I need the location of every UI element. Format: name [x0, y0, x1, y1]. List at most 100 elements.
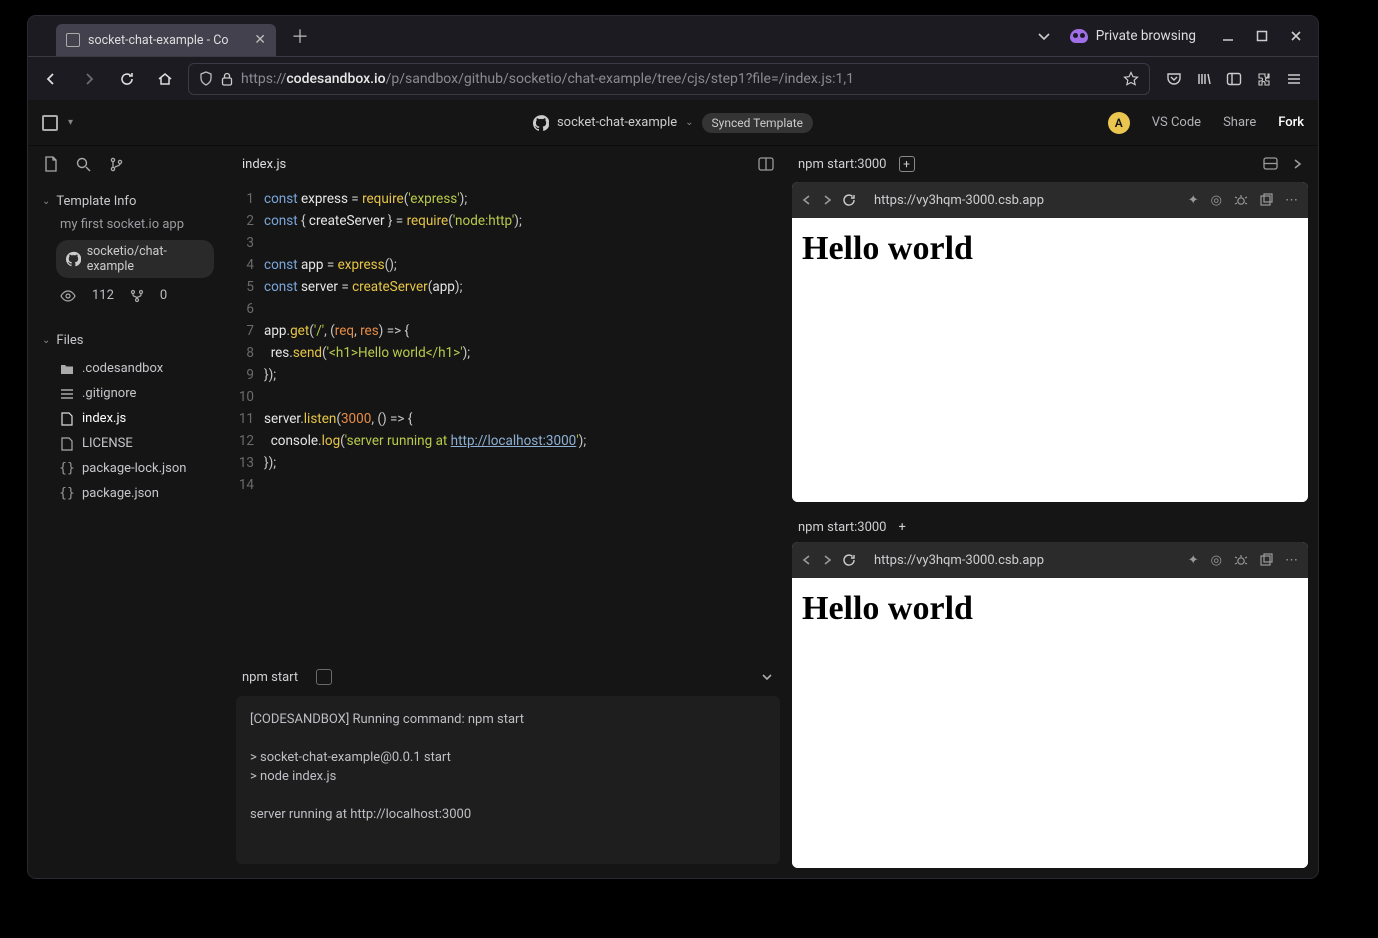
chevron-down-icon[interactable]: ▾	[68, 117, 73, 128]
search-icon[interactable]	[76, 157, 91, 172]
bookmark-icon[interactable]	[1123, 71, 1139, 87]
split-editor-icon[interactable]	[758, 157, 774, 171]
preview-column: npm start:3000 +	[788, 146, 1318, 878]
preview-back-icon[interactable]	[802, 193, 812, 207]
site-favicon	[66, 33, 80, 47]
target-icon[interactable]: ◎	[1211, 553, 1222, 568]
app-topbar: ▾ socket-chat-example ⌄ Synced Template …	[28, 100, 1318, 146]
file-item-gitignore[interactable]: .gitignore	[42, 381, 214, 406]
preview-task-1[interactable]: npm start:3000	[798, 157, 887, 172]
layout-icon[interactable]	[1263, 157, 1278, 171]
chevron-right-icon[interactable]	[1292, 157, 1302, 171]
mask-icon	[1070, 29, 1088, 43]
more-icon[interactable]: ⋯	[1285, 193, 1298, 208]
file-item-pkg[interactable]: {}package.json	[42, 481, 214, 506]
new-tab-button[interactable]: ＋	[286, 22, 314, 50]
json-icon: {}	[60, 487, 74, 501]
editor-panel: index.js 1const express = require('expre…	[228, 146, 788, 658]
preview-heading: Hello world	[802, 590, 1298, 628]
home-button[interactable]	[150, 64, 180, 94]
maximize-icon[interactable]	[1254, 28, 1270, 44]
preview-browser-1: https://vy3hqm-3000.csb.app ✦ ◎ ⋯ Hello …	[792, 182, 1308, 502]
preview-forward-icon[interactable]	[822, 553, 832, 567]
popout-icon[interactable]	[1260, 193, 1273, 208]
bug-icon[interactable]	[1234, 193, 1248, 208]
preview-url-2[interactable]: https://vy3hqm-3000.csb.app	[874, 553, 1176, 568]
browser-urlbar: https://codesandbox.io/p/sandbox/github/…	[28, 56, 1318, 100]
avatar[interactable]: A	[1108, 112, 1130, 134]
repo-badge[interactable]: socketio/chat-example	[56, 240, 214, 278]
terminal-panel: npm start [CODESANDBOX] Running command:…	[228, 658, 788, 878]
library-icon[interactable]	[1196, 71, 1212, 87]
branch-icon[interactable]	[109, 157, 124, 172]
eye-icon	[60, 290, 76, 302]
sparkle-icon[interactable]: ✦	[1188, 193, 1199, 208]
repo-name: socketio/chat-example	[87, 244, 204, 274]
forward-button[interactable]	[74, 64, 104, 94]
sparkle-icon[interactable]: ✦	[1188, 553, 1199, 568]
fork-button[interactable]: Fork	[1278, 115, 1304, 130]
sidebar: ⌄Template Info my first socket.io app so…	[28, 146, 228, 878]
private-browsing-indicator: Private browsing	[1070, 28, 1196, 44]
browser-tabbar: socket-chat-example - Co ✕ ＋ Private bro…	[28, 16, 1318, 56]
code-editor[interactable]: 1const express = require('express'); 2co…	[228, 182, 788, 658]
preview-heading: Hello world	[802, 230, 1298, 268]
terminal-tab[interactable]: npm start	[242, 670, 298, 685]
close-window-icon[interactable]	[1288, 28, 1304, 44]
browser-window: socket-chat-example - Co ✕ ＋ Private bro…	[28, 16, 1318, 878]
popout-icon[interactable]	[1260, 553, 1273, 568]
menu-square-icon[interactable]	[42, 115, 58, 131]
project-chevron-icon[interactable]: ⌄	[685, 117, 693, 128]
project-title-group: socket-chat-example ⌄ Synced Template	[533, 113, 813, 133]
file-item-pkglock[interactable]: {}package-lock.json	[42, 456, 214, 481]
files-section[interactable]: ⌄Files	[42, 333, 214, 348]
file-icon[interactable]	[44, 156, 58, 172]
template-info-section[interactable]: ⌄Template Info	[42, 194, 214, 209]
preview-task-2[interactable]: npm start:3000	[798, 520, 887, 535]
back-button[interactable]	[36, 64, 66, 94]
view-count: 112	[92, 288, 114, 303]
file-item-license[interactable]: LICENSE	[42, 431, 214, 456]
close-icon[interactable]: ✕	[254, 33, 266, 47]
pocket-icon[interactable]	[1166, 71, 1182, 87]
extensions-icon[interactable]	[1256, 71, 1272, 87]
preview-forward-icon[interactable]	[822, 193, 832, 207]
editor-tab[interactable]: index.js	[242, 157, 286, 172]
collapse-terminal-icon[interactable]	[760, 670, 774, 684]
browser-tab[interactable]: socket-chat-example - Co ✕	[56, 24, 276, 56]
terminal-action-icon[interactable]	[316, 669, 332, 685]
preview-back-icon[interactable]	[802, 553, 812, 567]
github-icon	[533, 115, 549, 131]
preview-page-1[interactable]: Hello world	[792, 218, 1308, 502]
preview-reload-icon[interactable]	[842, 193, 856, 207]
lock-icon[interactable]	[221, 72, 233, 86]
private-label: Private browsing	[1096, 28, 1196, 44]
project-name[interactable]: socket-chat-example	[557, 115, 677, 130]
preview-browser-2: https://vy3hqm-3000.csb.app ✦ ◎ ⋯ Hello …	[792, 542, 1308, 868]
preview-page-2[interactable]: Hello world	[792, 578, 1308, 868]
terminal-output[interactable]: [CODESANDBOX] Running command: npm start…	[236, 696, 780, 864]
file-icon	[60, 437, 74, 451]
vscode-button[interactable]: VS Code	[1152, 115, 1201, 130]
tab-title: socket-chat-example - Co	[88, 33, 228, 48]
folder-icon	[60, 362, 74, 376]
more-icon[interactable]: ⋯	[1285, 553, 1298, 568]
share-button[interactable]: Share	[1223, 115, 1256, 130]
address-bar[interactable]: https://codesandbox.io/p/sandbox/github/…	[188, 63, 1150, 95]
file-item-folder[interactable]: .codesandbox	[42, 356, 214, 381]
minimize-icon[interactable]	[1220, 28, 1236, 44]
shield-icon[interactable]	[199, 71, 213, 87]
add-preview-icon[interactable]: +	[899, 156, 915, 172]
preview-url-1[interactable]: https://vy3hqm-3000.csb.app	[874, 193, 1176, 208]
reload-button[interactable]	[112, 64, 142, 94]
sidebar-icon[interactable]	[1226, 71, 1242, 87]
tabs-dropdown-icon[interactable]	[1036, 28, 1052, 44]
target-icon[interactable]: ◎	[1211, 193, 1222, 208]
menu-icon[interactable]	[1286, 71, 1302, 87]
fork-count: 0	[160, 288, 167, 303]
codesandbox-app: ▾ socket-chat-example ⌄ Synced Template …	[28, 100, 1318, 878]
file-item-index[interactable]: index.js	[42, 406, 214, 431]
preview-reload-icon[interactable]	[842, 553, 856, 567]
bug-icon[interactable]	[1234, 553, 1248, 568]
add-preview-icon[interactable]: +	[899, 520, 906, 535]
